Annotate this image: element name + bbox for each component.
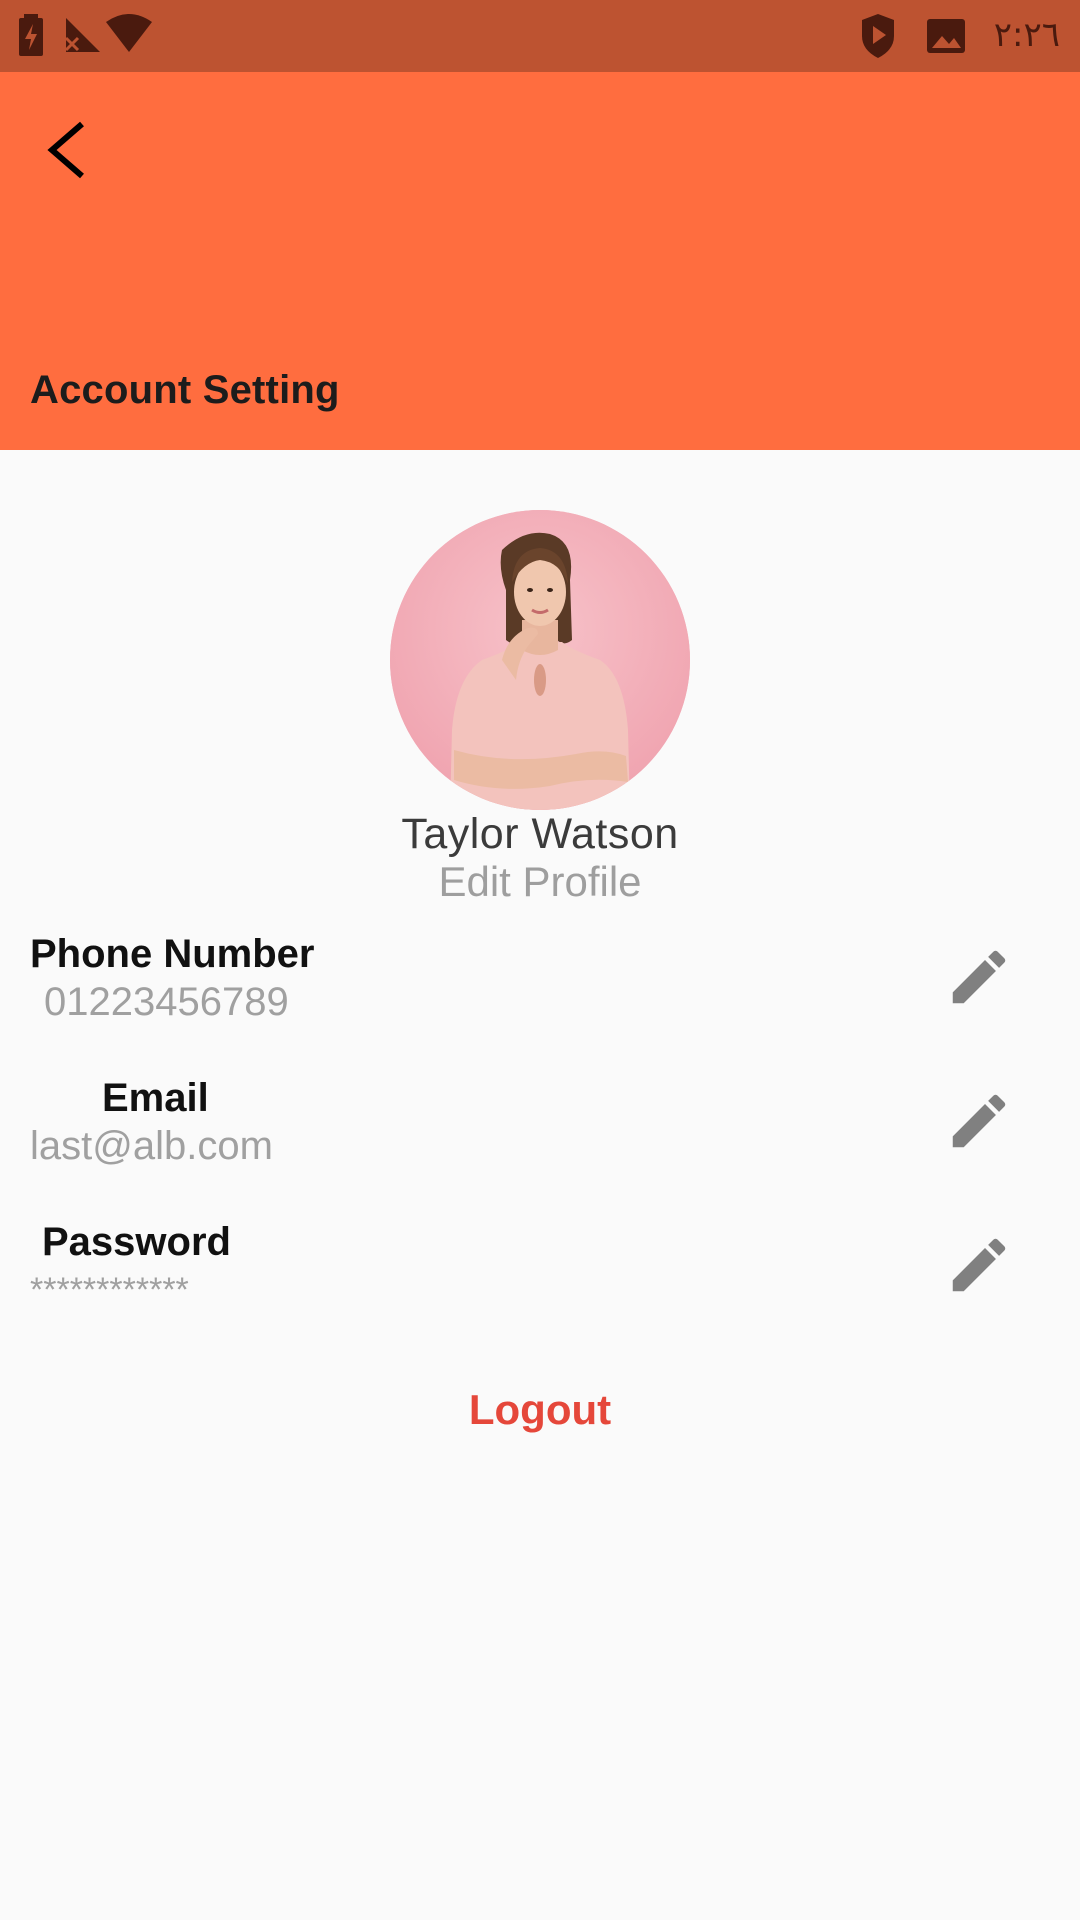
password-value: ************ <box>30 1271 189 1309</box>
account-setting-screen: ٢:٢٦ Account Setting Taylor Watson Edit … <box>0 0 1080 1920</box>
pencil-icon <box>952 1238 1006 1292</box>
profile-photo <box>390 510 690 810</box>
status-bar: ٢:٢٦ <box>0 0 1080 72</box>
back-button[interactable] <box>30 110 110 190</box>
wifi-icon <box>106 14 152 52</box>
phone-number-label: Phone Number <box>30 932 315 976</box>
image-icon <box>927 19 965 53</box>
password-label: Password <box>42 1220 231 1264</box>
edit-phone-button[interactable] <box>944 942 1014 1012</box>
email-value: last@alb.com <box>30 1124 273 1168</box>
pencil-icon <box>952 1094 1006 1148</box>
battery-charging-icon <box>19 14 43 56</box>
app-bar: Account Setting <box>0 72 1080 450</box>
page-title: Account Setting <box>30 368 340 412</box>
shield-play-icon <box>862 14 894 58</box>
avatar[interactable] <box>390 510 690 810</box>
edit-password-button[interactable] <box>944 1230 1014 1300</box>
email-label: Email <box>102 1076 209 1120</box>
edit-profile-link[interactable]: Edit Profile <box>0 856 1080 908</box>
pencil-icon <box>952 950 1006 1004</box>
phone-number-value: 01223456789 <box>44 980 289 1024</box>
logout-button[interactable]: Logout <box>0 1384 1080 1436</box>
chevron-left-icon <box>47 121 84 179</box>
edit-email-button[interactable] <box>944 1086 1014 1156</box>
status-time: ٢:٢٦ <box>993 15 1060 55</box>
profile-name: Taylor Watson <box>401 810 679 858</box>
no-signal-icon <box>64 18 100 52</box>
